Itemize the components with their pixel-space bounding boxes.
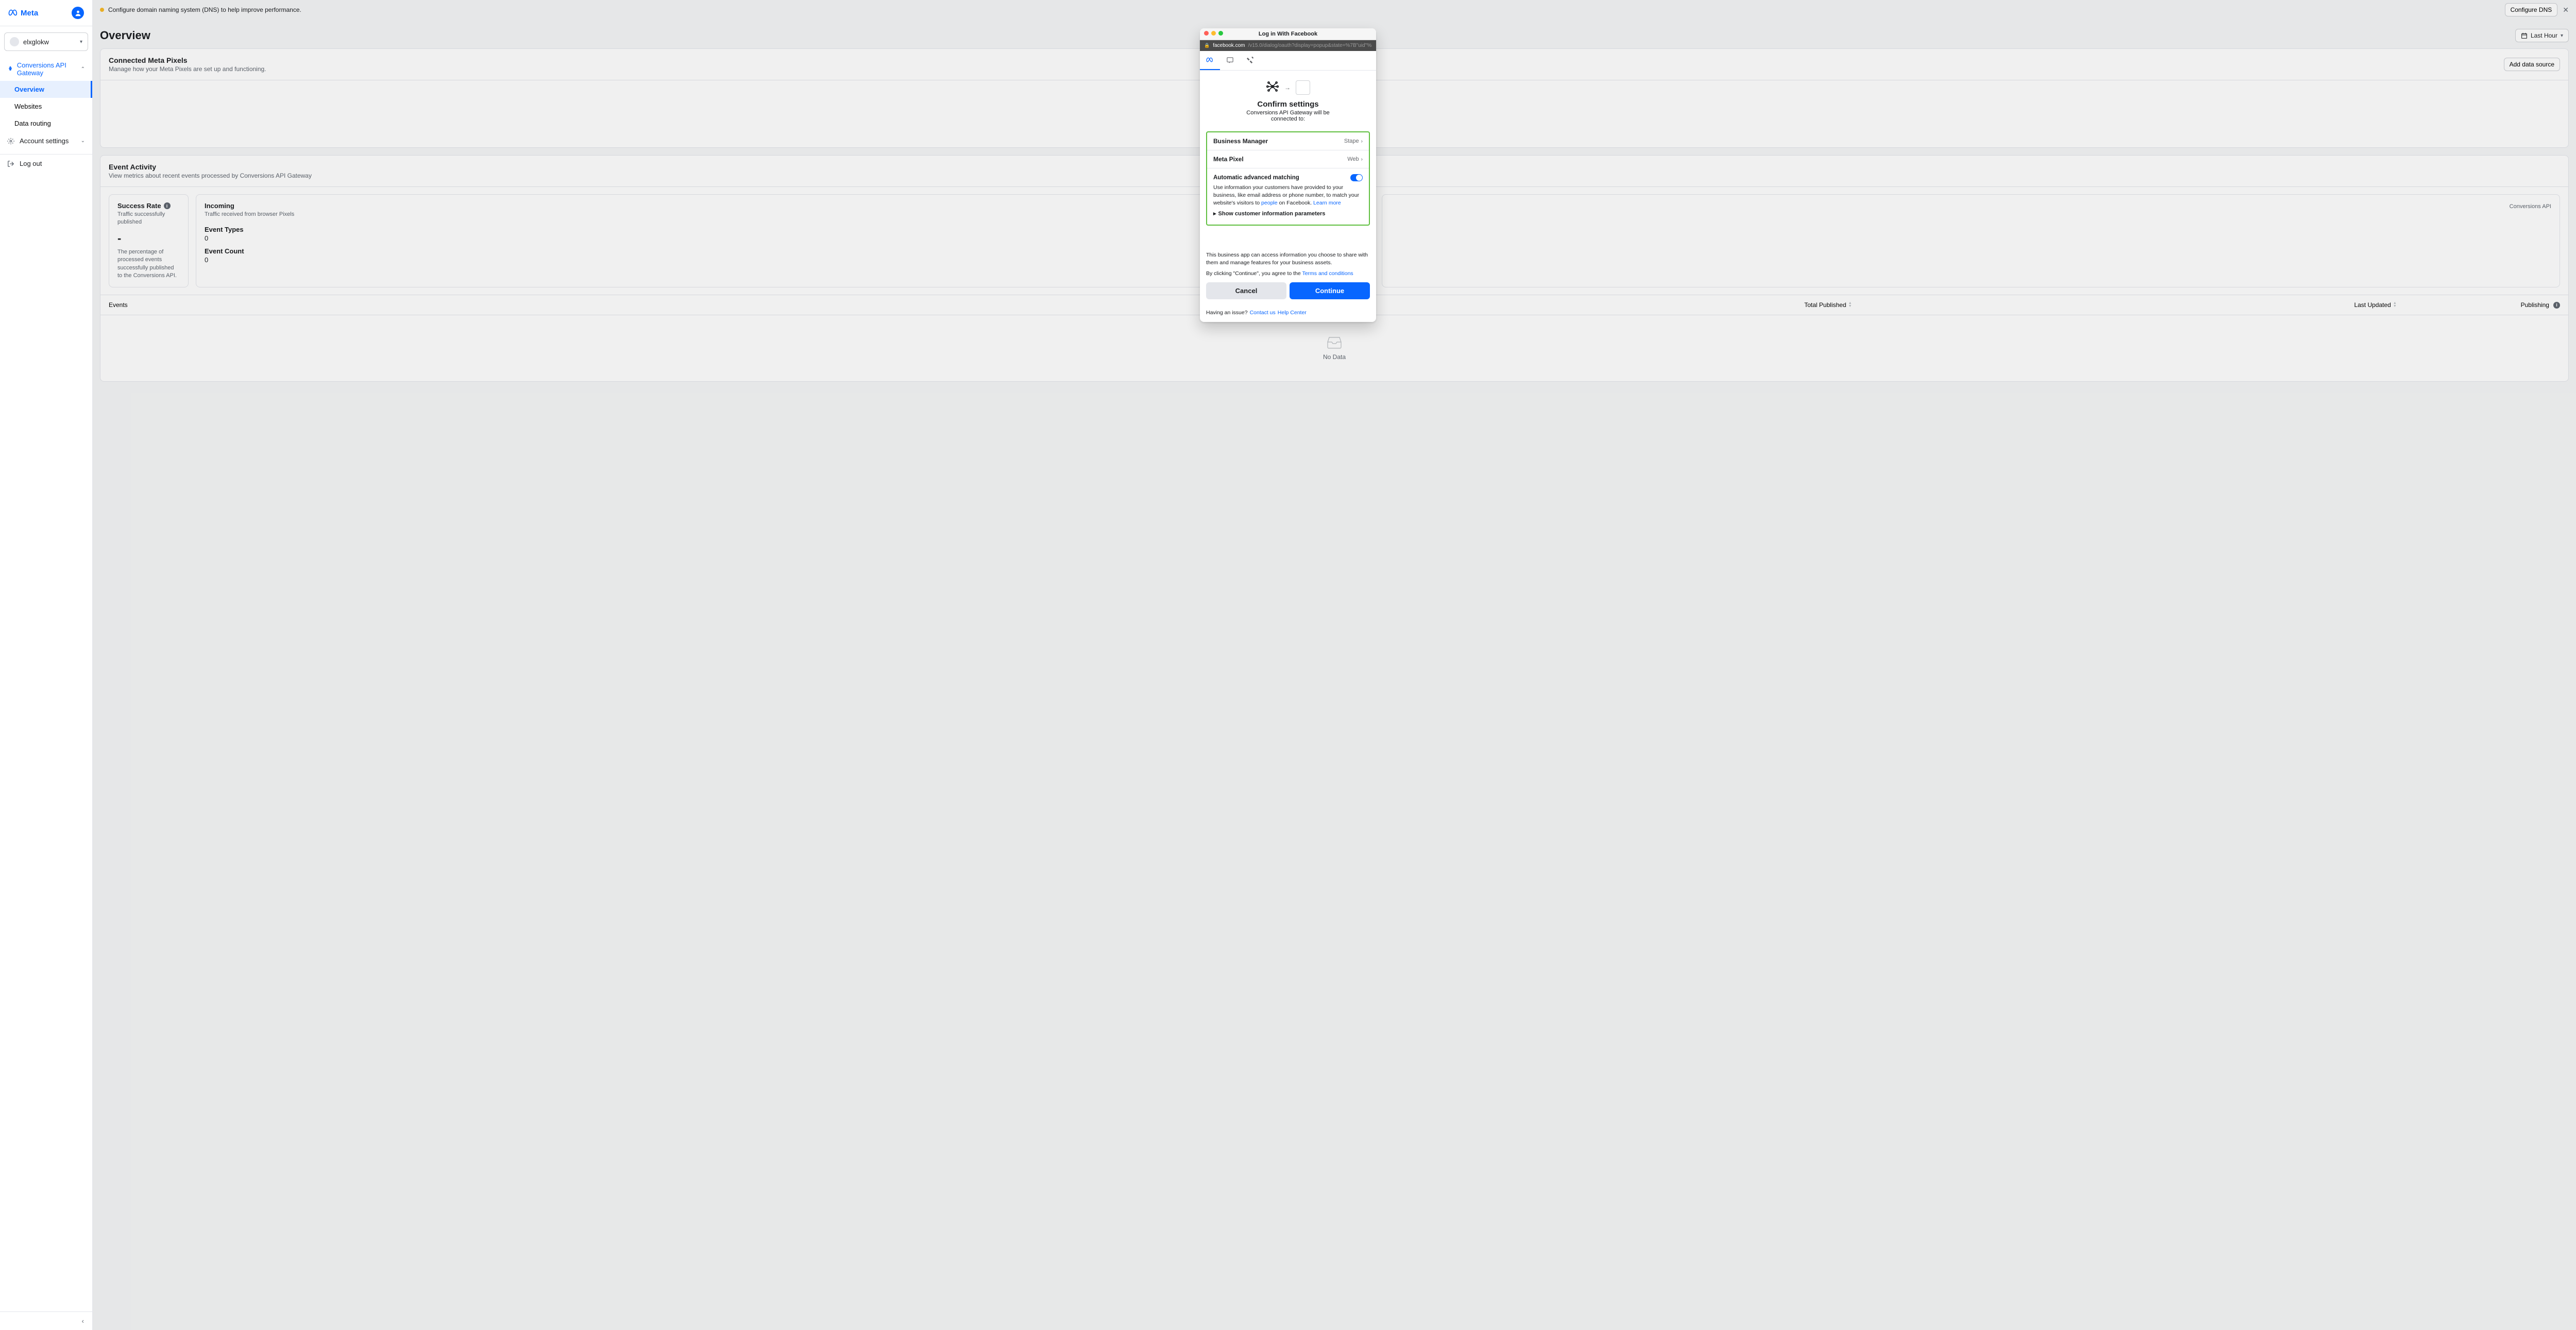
meta-icon (1206, 56, 1214, 64)
arrow-right-icon: → (1284, 84, 1291, 91)
continue-button[interactable]: Continue (1290, 282, 1370, 299)
business-manager-value: Stape (1344, 138, 1359, 144)
chevron-right-icon: › (1361, 157, 1363, 162)
popup-help-row: Having an issue? Contact us Help Center (1200, 305, 1376, 322)
connection-graphic: → (1241, 80, 1335, 95)
issue-text: Having an issue? (1206, 310, 1248, 316)
settings-highlight-box: Business Manager Stape› Meta Pixel Web› … (1206, 131, 1370, 226)
help-center-link[interactable]: Help Center (1278, 310, 1307, 316)
lock-icon: 🔒 (1204, 43, 1210, 48)
maximize-window-icon[interactable] (1218, 31, 1223, 36)
cancel-button[interactable]: Cancel (1206, 282, 1286, 299)
access-disclaimer: This business app can access information… (1206, 251, 1370, 266)
modal-overlay: Log in With Facebook 🔒 facebook.com/v15.… (0, 0, 2576, 1330)
confirm-heading: Confirm settings (1241, 100, 1335, 109)
show-params-toggle[interactable]: ▸ Show customer information parameters (1213, 210, 1363, 218)
business-manager-label: Business Manager (1213, 138, 1268, 145)
popup-tab-meta[interactable] (1200, 51, 1220, 70)
confirm-subheading: Conversions API Gateway will be connecte… (1241, 110, 1335, 122)
url-bar: 🔒 facebook.com/v15.0/dialog/oauth?displa… (1200, 40, 1376, 51)
app-placeholder-icon (1296, 80, 1310, 95)
close-window-icon[interactable] (1204, 31, 1209, 36)
popup-body: → Confirm settings Conversions API Gatew… (1200, 71, 1376, 127)
popup-titlebar: Log in With Facebook (1200, 28, 1376, 40)
meta-pixel-row[interactable]: Meta Pixel Web› (1207, 150, 1369, 168)
business-manager-row[interactable]: Business Manager Stape› (1207, 132, 1369, 150)
aam-toggle[interactable] (1350, 174, 1363, 181)
network-icon (1266, 80, 1279, 95)
agree-text: By clicking "Continue", you agree to the (1206, 270, 1302, 277)
contact-us-link[interactable]: Contact us (1250, 310, 1276, 316)
tools-icon (1246, 56, 1254, 64)
caret-right-icon: ▸ (1213, 210, 1216, 218)
window-controls (1204, 31, 1223, 36)
meta-pixel-value: Web (1347, 156, 1359, 162)
popup-tabs (1200, 51, 1376, 71)
messenger-icon (1226, 56, 1234, 64)
facebook-login-popup: Log in With Facebook 🔒 facebook.com/v15.… (1200, 28, 1376, 322)
aam-title: Automatic advanced matching (1213, 174, 1299, 182)
minimize-window-icon[interactable] (1211, 31, 1216, 36)
learn-more-link[interactable]: Learn more (1313, 200, 1341, 206)
popup-tab-messenger[interactable] (1220, 51, 1240, 70)
aam-block: Automatic advanced matching Use informat… (1207, 168, 1369, 225)
popup-window-title: Log in With Facebook (1259, 31, 1317, 37)
url-path: /v15.0/dialog/oauth?display=popup&state=… (1248, 43, 1372, 48)
meta-pixel-label: Meta Pixel (1213, 156, 1244, 163)
aam-description: Use information your customers have prov… (1213, 184, 1363, 208)
terms-link[interactable]: Terms and conditions (1302, 270, 1353, 277)
url-domain: facebook.com (1213, 43, 1245, 48)
popup-footer: This business app can access information… (1200, 226, 1376, 305)
popup-tab-settings[interactable] (1240, 51, 1260, 70)
people-link[interactable]: people (1261, 200, 1278, 206)
chevron-right-icon: › (1361, 139, 1363, 144)
